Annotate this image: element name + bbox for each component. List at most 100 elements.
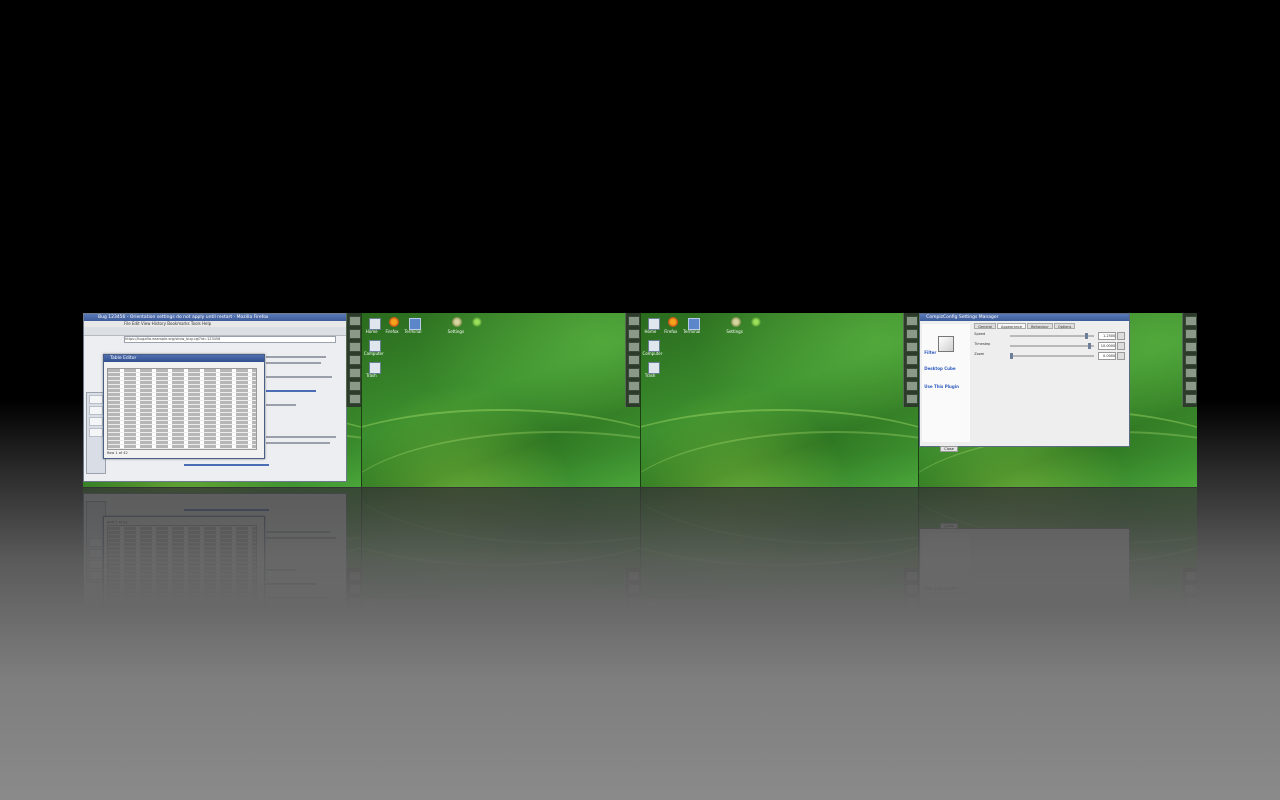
firefox-icon[interactable] — [667, 317, 678, 327]
page-link[interactable] — [266, 390, 316, 392]
sidebar-item[interactable] — [89, 417, 103, 426]
table-row — [108, 562, 256, 566]
slider-knob[interactable] — [1088, 343, 1091, 349]
pager-button[interactable] — [627, 329, 640, 339]
pager-button — [906, 597, 919, 607]
reset-button[interactable] — [1117, 352, 1126, 360]
pager-button[interactable] — [348, 355, 361, 365]
cube-icon — [938, 623, 955, 639]
gear-icon[interactable] — [730, 317, 741, 327]
pager-button[interactable] — [627, 368, 640, 378]
tab-appearance[interactable]: Appearance — [997, 323, 1027, 329]
pager-button[interactable] — [627, 355, 640, 365]
desktop-icon-label: Home — [365, 641, 378, 646]
page-link[interactable] — [184, 464, 269, 466]
pager-button[interactable] — [348, 316, 361, 326]
workspace-2-desktop[interactable]: Home Firefox Terminal Settings Computer … — [361, 313, 641, 487]
pager-button[interactable] — [348, 342, 361, 352]
pager-button[interactable] — [627, 316, 640, 326]
table-row[interactable] — [108, 445, 256, 449]
pager-button[interactable] — [1185, 316, 1197, 326]
workspace-3-desktop[interactable]: Home Firefox Terminal Settings Computer … — [640, 313, 920, 487]
pager-button[interactable] — [1185, 368, 1197, 378]
pager-button[interactable] — [348, 394, 361, 404]
table-title: Table Editor — [104, 355, 264, 362]
pager-button[interactable] — [906, 368, 919, 378]
pager-button[interactable] — [1185, 381, 1197, 391]
pager-button — [348, 584, 361, 594]
desktop-icon-label: Home — [644, 641, 657, 646]
workspace-4-desktop[interactable]: CompizConfig Settings Manager Filter Des… — [919, 313, 1197, 487]
pager-button — [627, 610, 640, 620]
desktop-cube-link[interactable]: Desktop Cube — [924, 366, 955, 371]
filter-link[interactable]: Filter — [924, 350, 936, 355]
side-pager[interactable] — [624, 313, 640, 407]
table-row — [108, 594, 256, 598]
wallpaper-swoosh — [919, 488, 1197, 567]
pager-button — [627, 636, 640, 646]
pager-button[interactable] — [906, 316, 919, 326]
pager-button — [627, 649, 640, 659]
workspace-1-desktop: Bug 123456 - Orientation settings do not… — [83, 488, 362, 662]
settings-window[interactable]: CompizConfig Settings Manager Filter Des… — [919, 313, 1131, 452]
settings-title: CompizConfig Settings Manager — [920, 654, 1130, 661]
pager-button[interactable] — [627, 342, 640, 352]
firefox-icon[interactable] — [388, 317, 399, 327]
pager-button[interactable] — [906, 342, 919, 352]
side-pager[interactable] — [903, 313, 919, 407]
setting-spinbox[interactable]: 10.0000 — [1098, 342, 1117, 350]
table-window[interactable]: Table Editor Row 1 of 42 — [103, 354, 265, 459]
tab-general[interactable]: General — [974, 323, 997, 329]
pager-button[interactable] — [348, 329, 361, 339]
setting-spinbox[interactable]: 1.2500 — [1098, 332, 1117, 340]
pager-button[interactable] — [906, 381, 919, 391]
user-icon[interactable] — [750, 317, 761, 327]
side-pager[interactable] — [1182, 313, 1197, 407]
pager-button[interactable] — [906, 329, 919, 339]
pager-button[interactable] — [1185, 329, 1197, 339]
pager-button[interactable] — [1185, 355, 1197, 365]
table-row — [108, 558, 256, 562]
tab-appearance: Appearance — [997, 646, 1027, 652]
pager-button[interactable] — [1185, 342, 1197, 352]
tab-options[interactable]: Options — [1053, 323, 1076, 329]
sidebar-item[interactable] — [89, 428, 103, 437]
tab-behaviour[interactable]: Behaviour — [1027, 323, 1053, 329]
pager-button[interactable] — [906, 355, 919, 365]
sidebar-item[interactable] — [89, 406, 103, 415]
setting-spinbox[interactable]: 0.0000 — [1098, 352, 1117, 360]
pager-button — [906, 571, 919, 581]
setting-slider[interactable] — [1010, 343, 1095, 349]
gear-icon[interactable] — [451, 317, 462, 327]
use-plugin-link[interactable]: Use This Plugin — [924, 384, 959, 389]
sidebar-panel — [86, 501, 106, 583]
slider-knob[interactable] — [1084, 333, 1088, 339]
pager-button[interactable] — [348, 381, 361, 391]
sidebar-item[interactable] — [89, 395, 103, 404]
desktop-icon-label: Firefox — [664, 641, 678, 646]
pager-button[interactable] — [906, 394, 919, 404]
data-table[interactable] — [107, 368, 257, 450]
pager-button — [1185, 623, 1197, 633]
side-pager — [624, 568, 640, 662]
setting-slider[interactable] — [1010, 333, 1095, 339]
browser-toolbar[interactable] — [84, 327, 346, 336]
side-pager[interactable] — [345, 313, 361, 407]
workspace-1-desktop[interactable]: Bug 123456 - Orientation settings do not… — [83, 313, 362, 487]
setting-slider[interactable] — [1010, 353, 1095, 359]
pager-button[interactable] — [627, 394, 640, 404]
reset-button — [1117, 635, 1126, 643]
wallpaper-swoosh — [361, 488, 641, 567]
settings-window: CompizConfig Settings Manager Filter Des… — [919, 523, 1131, 662]
reset-button[interactable] — [1117, 332, 1126, 340]
pager-button[interactable] — [627, 381, 640, 391]
pager-button[interactable] — [1185, 394, 1197, 404]
user-icon[interactable] — [471, 317, 482, 327]
user-icon — [750, 648, 761, 658]
reset-button[interactable] — [1117, 342, 1126, 350]
pager-button — [348, 610, 361, 620]
pager-button[interactable] — [348, 368, 361, 378]
url-input[interactable]: https://bugzilla.example.org/show_bug.cg… — [124, 336, 336, 343]
close-button[interactable]: Close — [940, 446, 958, 452]
slider-knob[interactable] — [1010, 353, 1014, 359]
